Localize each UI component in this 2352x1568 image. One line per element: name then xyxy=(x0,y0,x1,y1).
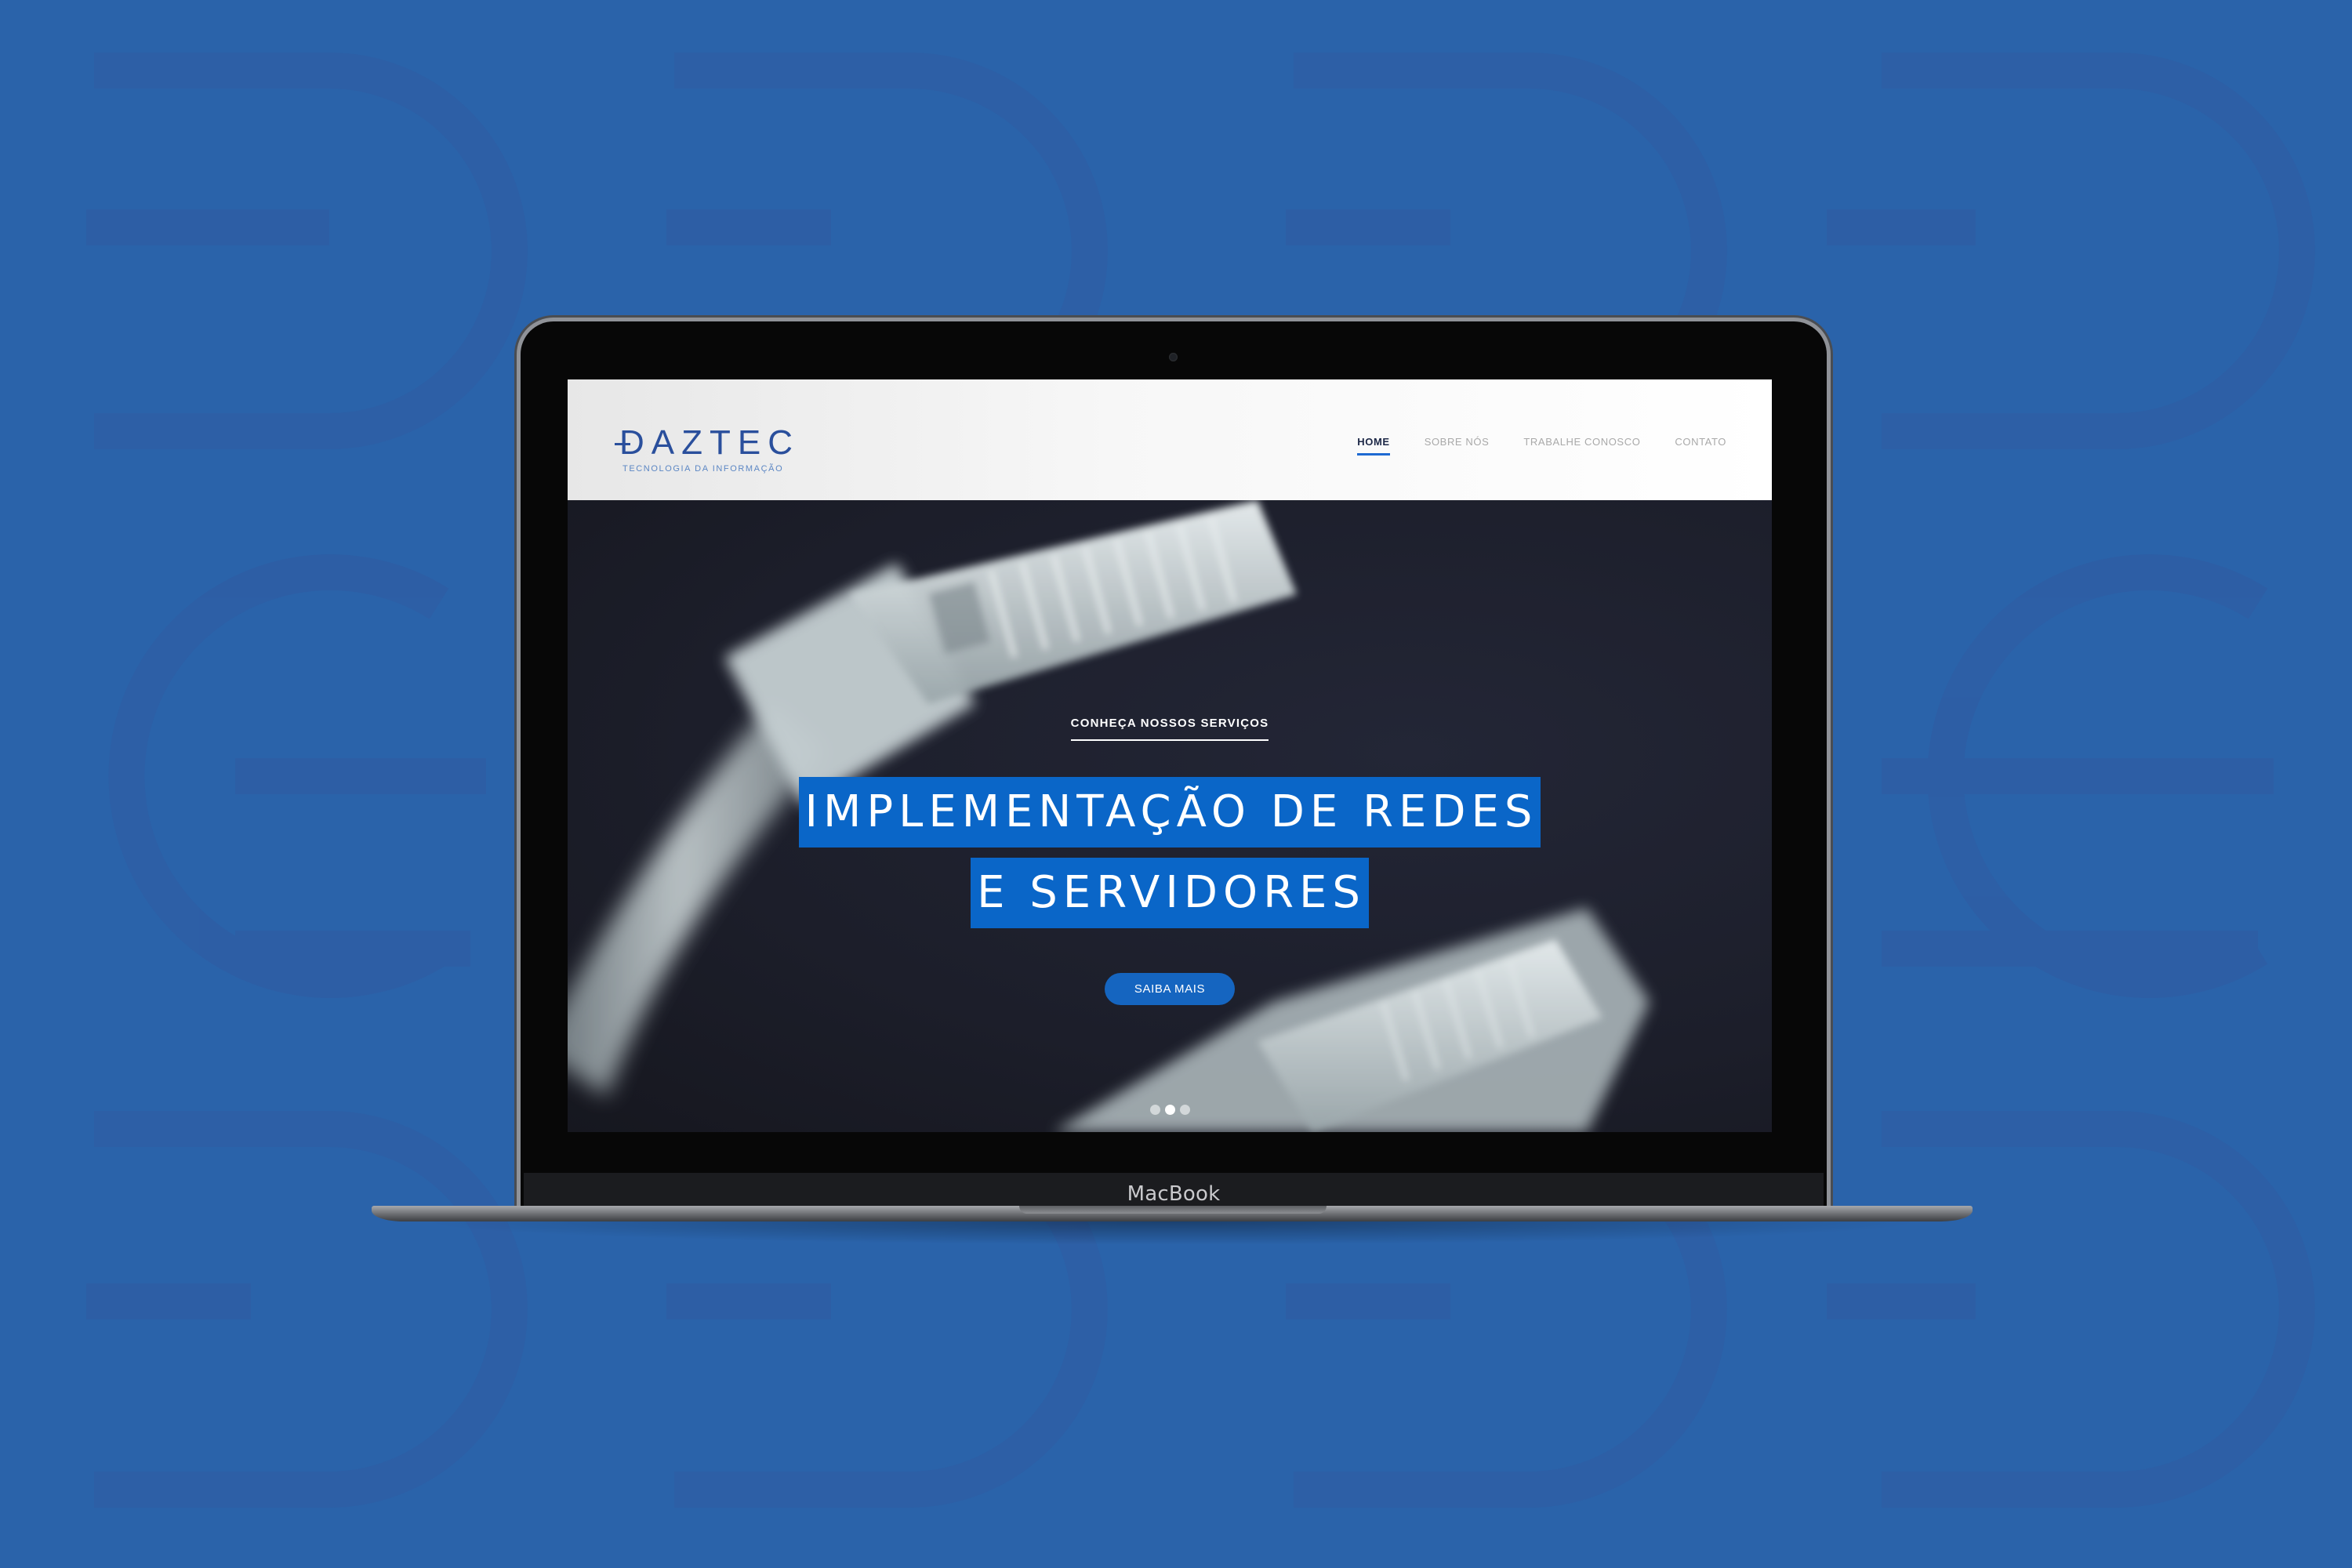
nav-item-sobre-nos[interactable]: SOBRE NÓS xyxy=(1425,436,1490,448)
nav-active-indicator xyxy=(1357,453,1390,456)
nav-item-trabalhe-conosco[interactable]: TRABALHE CONOSCO xyxy=(1523,436,1640,448)
slider-dot-3[interactable] xyxy=(1179,1105,1190,1115)
hero-title-line-1: IMPLEMENTAÇÃO DE REDES xyxy=(798,777,1541,848)
nav-item-contato[interactable]: CONTATO xyxy=(1675,436,1726,448)
camera-icon xyxy=(1169,353,1178,361)
site-header: DAZTEC TECNOLOGIA DA INFORMAÇÃO HOME SOB… xyxy=(568,379,1772,500)
presentation-stage: DAZTEC TECNOLOGIA DA INFORMAÇÃO HOME SOB… xyxy=(0,0,2352,1568)
hero-eyebrow: CONHEÇA NOSSOS SERVIÇOS xyxy=(1070,717,1269,741)
hero-slider: CONHEÇA NOSSOS SERVIÇOS IMPLEMENTAÇÃO DE… xyxy=(568,500,1772,1132)
logo-wordmark: DAZTEC xyxy=(619,423,800,462)
slider-pagination xyxy=(568,1105,1772,1115)
nav-item-label: SOBRE NÓS xyxy=(1424,436,1490,448)
nav-item-label: HOME xyxy=(1357,436,1390,448)
saiba-mais-button[interactable]: SAIBA MAIS xyxy=(1104,973,1236,1005)
hero-title-line-2: E SERVIDORES xyxy=(971,858,1369,928)
logo-tagline: TECNOLOGIA DA INFORMAÇÃO xyxy=(622,464,784,474)
hero-content: CONHEÇA NOSSOS SERVIÇOS IMPLEMENTAÇÃO DE… xyxy=(568,717,1772,1005)
nav-item-label: TRABALHE CONOSCO xyxy=(1523,436,1641,448)
slider-dot-1[interactable] xyxy=(1149,1105,1160,1115)
laptop-display: DAZTEC TECNOLOGIA DA INFORMAÇÃO HOME SOB… xyxy=(521,321,1827,1212)
slider-dot-2[interactable] xyxy=(1164,1105,1175,1115)
main-nav: HOME SOBRE NÓS TRABALHE CONOSCO CONTATO xyxy=(1357,436,1726,456)
device-label: MacBook xyxy=(1127,1182,1221,1206)
website-screen: DAZTEC TECNOLOGIA DA INFORMAÇÃO HOME SOB… xyxy=(568,379,1772,1132)
nav-item-home[interactable]: HOME xyxy=(1357,436,1390,456)
hero-title: IMPLEMENTAÇÃO DE REDES E SERVIDORES xyxy=(568,777,1772,938)
laptop-base-notch xyxy=(1019,1206,1327,1214)
laptop-shadow xyxy=(416,1221,1929,1245)
nav-item-label: CONTATO xyxy=(1675,436,1726,448)
